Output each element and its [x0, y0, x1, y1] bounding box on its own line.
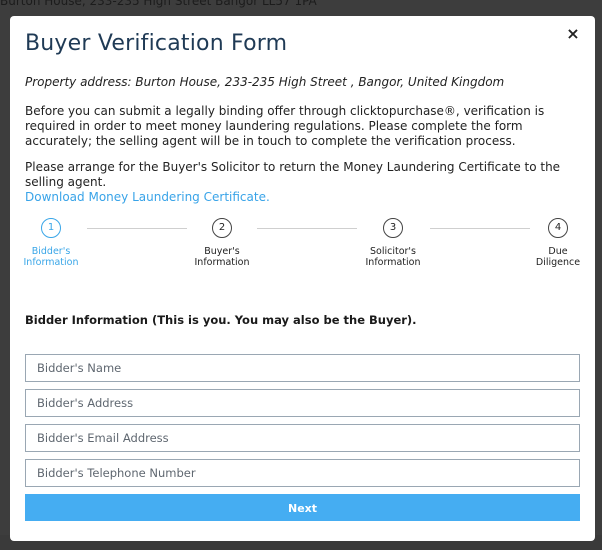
bidder-name-input[interactable] [25, 354, 580, 382]
step-number: 1 [41, 218, 61, 238]
buyer-verification-modal: × Buyer Verification Form Property addre… [10, 16, 595, 541]
modal-title: Buyer Verification Form [25, 31, 288, 56]
intro-paragraph: Before you can submit a legally binding … [25, 104, 545, 148]
step-number: 2 [212, 218, 232, 238]
step-due-diligence[interactable]: 4 Due Diligence [518, 218, 598, 268]
next-button[interactable]: Next [25, 494, 580, 521]
step-connector [257, 228, 357, 229]
solicitor-paragraph: Please arrange for the Buyer's Solicitor… [25, 160, 561, 189]
step-solicitor-information[interactable]: 3 Solicitor's Information [353, 218, 433, 268]
step-bidder-information[interactable]: 1 Bidder's Information [11, 218, 91, 268]
step-connector [430, 228, 530, 229]
progress-stepper: 1 Bidder's Information 2 Buyer's Informa… [10, 218, 595, 278]
property-address: Property address: Burton House, 233-235 … [25, 75, 505, 89]
close-icon[interactable]: × [565, 26, 581, 42]
step-label: Bidder's Information [23, 246, 79, 268]
step-label: Due Diligence [535, 246, 581, 268]
bidder-email-input[interactable] [25, 424, 580, 452]
step-number: 3 [383, 218, 403, 238]
bidder-phone-input[interactable] [25, 459, 580, 487]
step-buyer-information[interactable]: 2 Buyer's Information [182, 218, 262, 268]
background-address-text: Burton House, 233-235 High Street Bangor… [0, 0, 317, 8]
section-heading: Bidder Information (This is you. You may… [25, 313, 417, 327]
bidder-address-input[interactable] [25, 389, 580, 417]
step-label: Buyer's Information [194, 246, 250, 268]
download-certificate-link[interactable]: Download Money Laundering Certificate. [25, 190, 270, 204]
step-connector [87, 228, 187, 229]
step-number: 4 [548, 218, 568, 238]
step-label: Solicitor's Information [365, 246, 421, 268]
